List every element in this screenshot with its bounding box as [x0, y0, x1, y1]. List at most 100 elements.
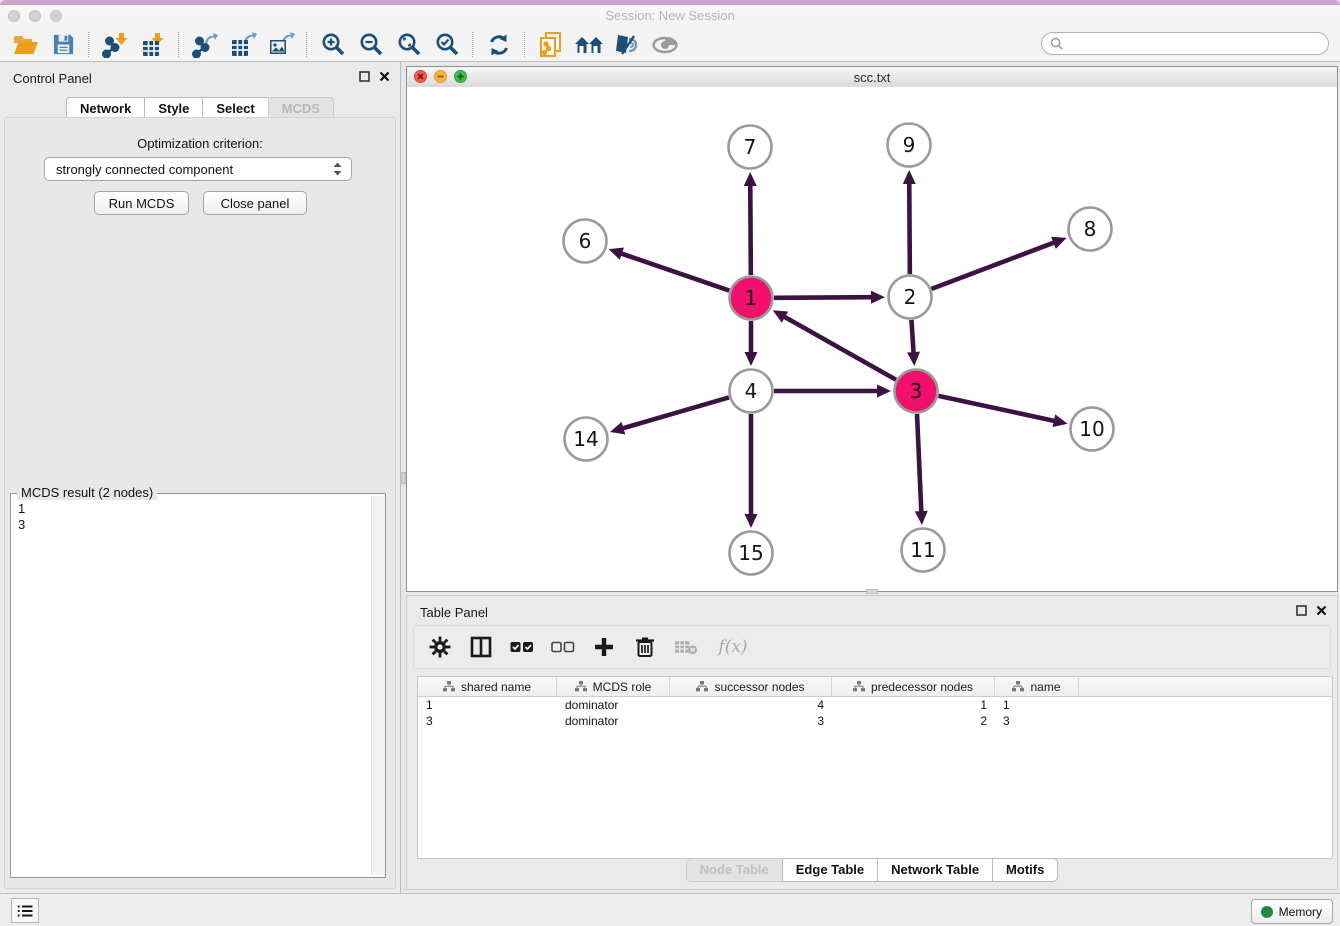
edge-arrowhead [915, 511, 928, 525]
table-panel-tabs: Node TableEdge TableNetwork TableMotifs [407, 858, 1337, 882]
edge-2-3[interactable] [911, 320, 913, 354]
edge-1-7[interactable] [750, 184, 751, 275]
close-panel-button[interactable]: Close panel [203, 191, 307, 215]
network-window-title: scc.txt [407, 70, 1337, 85]
edge-arrowhead [744, 172, 757, 186]
horizontal-splitter-handle[interactable] [866, 589, 878, 594]
unselect-all-icon[interactable] [551, 635, 575, 659]
columns-icon[interactable] [469, 635, 493, 659]
edge-1-2[interactable] [774, 297, 873, 298]
table-cell[interactable]: 3 [995, 714, 1079, 728]
tab-edge-table[interactable]: Edge Table [782, 858, 878, 882]
table-cell[interactable]: 1 [995, 698, 1079, 712]
add-row-icon[interactable] [592, 635, 616, 659]
zoom-selected-icon[interactable] [428, 30, 466, 60]
task-history-button[interactable] [11, 898, 39, 923]
export-table-icon[interactable] [224, 30, 262, 60]
edge-3-1[interactable] [783, 316, 896, 380]
table-cell[interactable]: 2 [832, 714, 995, 728]
zoom-out-icon[interactable] [352, 30, 390, 60]
edge-arrowhead [907, 352, 920, 366]
search-input[interactable] [1068, 36, 1328, 52]
column-header-name[interactable]: name [995, 677, 1079, 696]
graphics-details-icon[interactable] [608, 30, 646, 60]
settings-gear-icon[interactable] [428, 635, 452, 659]
table-row[interactable]: 1dominator411 [418, 697, 1332, 713]
import-network-icon[interactable] [96, 30, 134, 60]
tab-motifs[interactable]: Motifs [992, 858, 1058, 882]
graph-node-label: 6 [579, 229, 592, 253]
control-panel: Control Panel NetworkStyleSelectMCDS Opt… [0, 62, 401, 893]
table-header-row: shared nameMCDS rolesuccessor nodesprede… [418, 677, 1332, 697]
function-builder-icon: f(x) [715, 635, 751, 659]
network-graph[interactable]: 7968124314101511 [407, 87, 1337, 591]
zoom-in-icon[interactable] [314, 30, 352, 60]
select-all-icon[interactable] [510, 635, 534, 659]
edge-2-9[interactable] [909, 182, 910, 274]
graph-node-label: 7 [744, 135, 757, 159]
edge-4-14[interactable] [622, 397, 729, 428]
mcds-result-box: MCDS result (2 nodes) 13 [10, 493, 386, 878]
run-mcds-button[interactable]: Run MCDS [94, 191, 189, 215]
edge-3-10[interactable] [938, 396, 1055, 421]
eye-icon[interactable] [646, 30, 684, 60]
table-cell[interactable]: 3 [418, 714, 557, 728]
table-panel-title: Table Panel [420, 605, 488, 620]
close-table-panel-icon[interactable] [1316, 605, 1327, 616]
table-cell[interactable]: dominator [557, 698, 670, 712]
table-cell[interactable]: 4 [670, 698, 832, 712]
clone-network-icon[interactable] [532, 30, 570, 60]
window-title: Session: New Session [0, 8, 1340, 23]
import-table-icon[interactable] [134, 30, 172, 60]
edge-1-6[interactable] [620, 253, 729, 291]
tab-node-table[interactable]: Node Table [686, 858, 783, 882]
optimization-criterion-select[interactable]: strongly connected component [44, 157, 352, 181]
edge-arrowhead [903, 170, 916, 184]
graph-node-label: 4 [745, 379, 758, 403]
home-icon[interactable] [570, 30, 608, 60]
table-body: 1dominator4113dominator323 [418, 697, 1332, 729]
close-panel-icon[interactable] [379, 71, 390, 82]
node-table[interactable]: shared nameMCDS rolesuccessor nodesprede… [417, 676, 1333, 859]
search-field[interactable] [1041, 32, 1329, 55]
table-cell[interactable]: dominator [557, 714, 670, 728]
table-cell[interactable]: 1 [832, 698, 995, 712]
network-canvas[interactable]: 7968124314101511 [407, 87, 1337, 591]
memory-label: Memory [1279, 905, 1322, 919]
export-image-icon[interactable] [262, 30, 300, 60]
hierarchy-icon [575, 681, 587, 692]
edge-arrowhead [610, 422, 625, 434]
memory-button[interactable]: Memory [1251, 899, 1333, 924]
edge-3-11[interactable] [917, 414, 921, 513]
hierarchy-icon [696, 681, 708, 692]
save-session-icon[interactable] [44, 30, 82, 60]
table-cell[interactable]: 3 [670, 714, 832, 728]
table-panel: Table Panel [406, 595, 1338, 890]
graph-node-label: 8 [1084, 217, 1097, 241]
float-panel-icon[interactable] [359, 71, 370, 82]
tab-network-table[interactable]: Network Table [877, 858, 993, 882]
edge-2-8[interactable] [932, 242, 1056, 289]
export-network-icon[interactable] [186, 30, 224, 60]
zoom-fit-icon[interactable] [390, 30, 428, 60]
memory-status-icon [1261, 906, 1273, 918]
column-header-MCDS-role[interactable]: MCDS role [557, 677, 670, 696]
open-session-icon[interactable] [6, 30, 44, 60]
hierarchy-icon [853, 681, 865, 692]
search-icon [1050, 37, 1063, 50]
column-header-predecessor-nodes[interactable]: predecessor nodes [832, 677, 995, 696]
float-table-panel-icon[interactable] [1296, 605, 1307, 616]
refresh-view-icon[interactable] [480, 30, 518, 60]
delete-row-icon[interactable] [633, 635, 657, 659]
table-row[interactable]: 3dominator323 [418, 713, 1332, 729]
hierarchy-icon [1012, 681, 1024, 692]
column-header-shared-name[interactable]: shared name [418, 677, 557, 696]
column-header-successor-nodes[interactable]: successor nodes [670, 677, 832, 696]
toolbar-separator [88, 32, 90, 57]
graph-node-label: 9 [903, 133, 916, 157]
result-scrollbar[interactable] [371, 496, 385, 875]
toolbar-separator [306, 32, 308, 57]
mcds-result-line: 1 [18, 501, 364, 517]
edge-arrowhead [871, 291, 885, 304]
table-cell[interactable]: 1 [418, 698, 557, 712]
